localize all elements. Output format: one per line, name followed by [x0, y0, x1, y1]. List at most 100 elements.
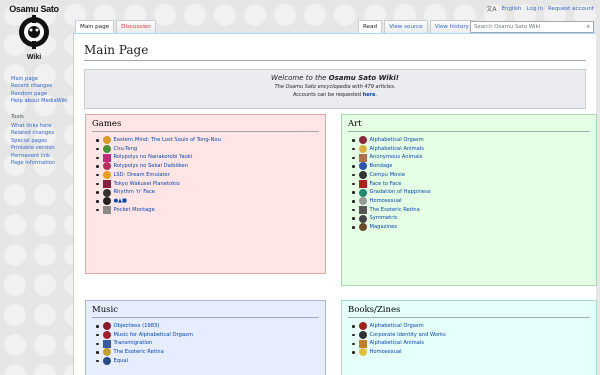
item-label[interactable]: ●▲■	[114, 197, 127, 206]
thumbnail-icon[interactable]	[358, 214, 367, 223]
list-item[interactable]: Magazines	[348, 223, 590, 232]
item-label[interactable]: Magazines	[370, 223, 397, 232]
item-label[interactable]: Equal	[114, 357, 128, 366]
list-item[interactable]: Homosexual	[348, 197, 590, 206]
item-label[interactable]: Alphabetical Orgasm	[370, 136, 424, 145]
item-label[interactable]: Rhythm 'n' Face	[114, 188, 156, 197]
list-item[interactable]: Objectless (1983)	[92, 322, 319, 331]
sidebar-item-page-information[interactable]: Page information	[11, 160, 71, 167]
item-label[interactable]: Homosexual	[370, 348, 402, 357]
thumbnail-icon[interactable]	[102, 357, 111, 366]
list-item[interactable]: Gradation of Happiness	[348, 188, 590, 197]
thumbnail-icon[interactable]	[102, 153, 111, 162]
thumbnail-icon[interactable]	[102, 171, 111, 180]
item-label[interactable]: Face to Face	[370, 180, 402, 189]
search-input[interactable]: Search Osamu Sato Wiki ⌕	[470, 21, 594, 33]
thumbnail-icon[interactable]	[358, 197, 367, 206]
item-label[interactable]: Gradation of Happiness	[370, 188, 431, 197]
item-label[interactable]: Compu Movie	[370, 171, 405, 180]
item-label[interactable]: Eastern Mind: The Lost Souls of Tong-Nou	[114, 136, 221, 145]
item-label[interactable]: Rolypolys no Nanakorobi Yaoki	[114, 153, 193, 162]
list-item[interactable]: Alphabetical Orgasm	[348, 136, 590, 145]
thumbnail-icon[interactable]	[358, 188, 367, 197]
list-item[interactable]: Alphabetical Orgasm	[348, 322, 590, 331]
item-label[interactable]: Symmetric	[370, 214, 398, 223]
item-label[interactable]: Chu-Teng	[114, 145, 138, 154]
tab-view-history[interactable]: View history	[429, 20, 474, 33]
list-item[interactable]: Rolypolys no Nanakorobi Yaoki	[92, 153, 319, 162]
thumbnail-icon[interactable]	[358, 179, 367, 188]
list-item[interactable]: Face to Face	[348, 179, 590, 189]
language-link[interactable]: English	[502, 6, 522, 12]
thumbnail-icon[interactable]	[358, 153, 367, 162]
item-label[interactable]: Corporate Identity and Works	[370, 331, 446, 340]
tab-main-page[interactable]: Main page	[75, 20, 115, 33]
sidebar-item-printable-version[interactable]: Printable version	[11, 145, 71, 152]
list-item[interactable]: ●▲■	[92, 197, 319, 206]
thumbnail-icon[interactable]	[358, 331, 367, 340]
sidebar-item-related-changes[interactable]: Related changes	[11, 130, 71, 137]
list-item[interactable]: Chu-Teng	[92, 145, 319, 154]
thumbnail-icon[interactable]	[358, 205, 367, 214]
sidebar-item-what-links-here[interactable]: What links here	[11, 123, 71, 130]
sidebar-item-random-page[interactable]: Random page	[11, 91, 71, 98]
thumbnail-icon[interactable]	[102, 205, 111, 214]
item-label[interactable]: Pocket Montage	[114, 206, 155, 215]
list-item[interactable]: Homosexual	[348, 348, 590, 357]
item-label[interactable]: LSD: Dream Emulator	[114, 171, 170, 180]
tab-view-source[interactable]: View source	[384, 20, 428, 33]
item-label[interactable]: Anonymous Animals	[370, 153, 423, 162]
list-item[interactable]: Bondage	[348, 162, 590, 171]
list-item[interactable]: LSD: Dream Emulator	[92, 171, 319, 180]
tab-read[interactable]: Read	[358, 20, 383, 33]
accounts-here-link[interactable]: here	[363, 92, 376, 98]
item-label[interactable]: Transmigration	[114, 339, 153, 348]
item-label[interactable]: Objectless (1983)	[114, 322, 160, 331]
login-link[interactable]: Log in	[526, 6, 543, 12]
tab-discussion[interactable]: Discussion	[116, 20, 156, 33]
list-item[interactable]: The Esoteric Retina	[348, 205, 590, 215]
list-item[interactable]: Rolypolys no Sekai Daibōken	[92, 162, 319, 171]
sidebar-item-main-page[interactable]: Main page	[11, 76, 71, 83]
search-icon[interactable]: ⌕	[587, 23, 590, 31]
thumbnail-icon[interactable]	[102, 197, 111, 206]
thumbnail-icon[interactable]	[102, 348, 111, 357]
thumbnail-icon[interactable]	[102, 145, 111, 154]
item-label[interactable]: Music for Alphabetical Orgasm	[114, 331, 193, 340]
list-item[interactable]: Rhythm 'n' Face	[92, 188, 319, 197]
item-label[interactable]: The Esoteric Retina	[370, 206, 420, 215]
request-account-link[interactable]: Request account	[548, 6, 594, 12]
thumbnail-icon[interactable]	[102, 339, 111, 348]
sidebar-item-permanent-link[interactable]: Permanent link	[11, 153, 71, 160]
thumbnail-icon[interactable]	[358, 223, 367, 232]
list-item[interactable]: Alphabetical Animals	[348, 339, 590, 348]
sidebar-item-recent-changes[interactable]: Recent changes	[11, 83, 71, 90]
item-label[interactable]: Bondage	[370, 162, 393, 171]
thumbnail-icon[interactable]	[102, 179, 111, 188]
item-label[interactable]: The Esoteric Retina	[114, 348, 164, 357]
item-label[interactable]: Alphabetical Animals	[370, 145, 424, 154]
thumbnail-icon[interactable]	[358, 136, 367, 145]
sidebar-item-help[interactable]: Help about MediaWiki	[11, 98, 71, 105]
thumbnail-icon[interactable]	[358, 171, 367, 180]
thumbnail-icon[interactable]	[358, 162, 367, 171]
list-item[interactable]: Compu Movie	[348, 171, 590, 180]
thumbnail-icon[interactable]	[102, 188, 111, 197]
item-label[interactable]: Homosexual	[370, 197, 402, 206]
list-item[interactable]: Eastern Mind: The Lost Souls of Tong-Nou	[92, 136, 319, 145]
thumbnail-icon[interactable]	[358, 145, 367, 154]
thumbnail-icon[interactable]	[102, 331, 111, 340]
list-item[interactable]: Symmetric	[348, 214, 590, 223]
thumbnail-icon[interactable]	[102, 322, 111, 331]
item-label[interactable]: Alphabetical Animals	[370, 339, 424, 348]
list-item[interactable]: Corporate Identity and Works	[348, 331, 590, 340]
site-logo[interactable]: Osamu Sato Wiki	[8, 4, 60, 66]
list-item[interactable]: Pocket Montage	[92, 205, 319, 215]
thumbnail-icon[interactable]	[102, 136, 111, 145]
item-label[interactable]: Alphabetical Orgasm	[370, 322, 424, 331]
list-item[interactable]: Equal	[92, 357, 319, 366]
thumbnail-icon[interactable]	[358, 339, 367, 348]
item-label[interactable]: Tokyo Wakusei Planetokio	[114, 180, 180, 189]
list-item[interactable]: Anonymous Animals	[348, 153, 590, 162]
list-item[interactable]: Transmigration	[92, 339, 319, 348]
